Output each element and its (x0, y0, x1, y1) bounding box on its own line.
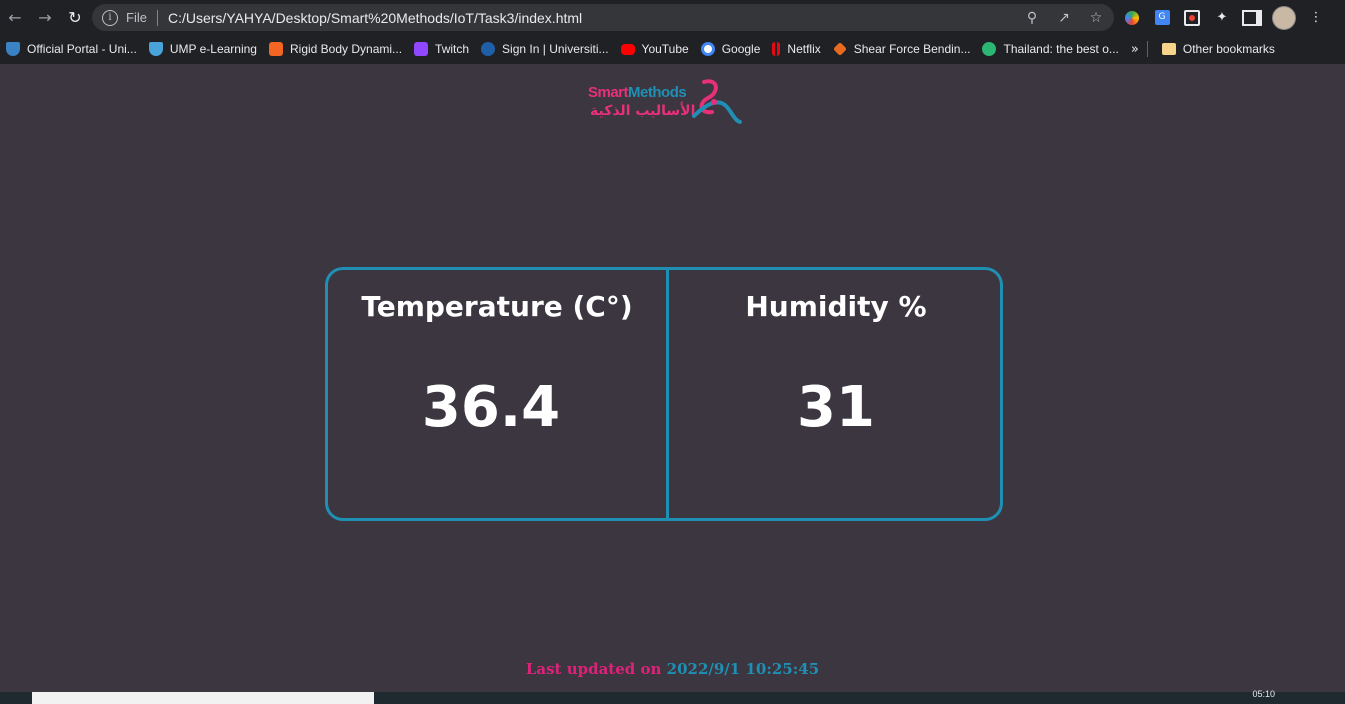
shield-icon (6, 42, 20, 56)
url-text[interactable]: C:/Users/YAHYA/Desktop/Smart%20Methods/I… (168, 10, 582, 26)
bookmarks-bar: Official Portal - Uni... UMP e-Learning … (0, 34, 1345, 64)
netflix-icon (772, 42, 781, 56)
address-actions: ⚲ ↗ ☆ (1022, 4, 1106, 31)
calculator-icon (832, 42, 847, 56)
bookmark-label: Netflix (787, 42, 821, 56)
taskbar-clock[interactable]: 05:10 (1252, 689, 1275, 699)
extensions-area: G ✦ ⋮ (1122, 4, 1326, 31)
translate-icon[interactable]: G (1152, 8, 1172, 28)
bookmark-label: Twitch (435, 42, 470, 56)
address-bar[interactable]: i File C:/Users/YAHYA/Desktop/Smart%20Me… (92, 4, 1114, 31)
bookmark-item[interactable]: Rigid Body Dynami... (263, 36, 408, 62)
info-icon[interactable]: i (102, 9, 118, 26)
logo-text-arabic: الأساليب الذكية (590, 103, 696, 119)
bookmark-item[interactable]: Google (695, 36, 767, 62)
star-icon[interactable]: ☆ (1086, 10, 1106, 26)
temperature-value: 36.4 (421, 375, 561, 440)
menu-icon[interactable]: ⋮ (1306, 8, 1326, 28)
youtube-icon (620, 43, 635, 55)
globe-icon (982, 42, 997, 56)
bookmark-label: Official Portal - Uni... (27, 42, 137, 56)
google-icon (700, 42, 715, 56)
bookmark-item[interactable]: Sign In | Universiti... (475, 36, 615, 62)
zoom-icon[interactable]: ⚲ (1022, 10, 1042, 26)
taskbar-preview[interactable] (32, 692, 374, 704)
twitch-icon (414, 42, 429, 56)
back-icon[interactable]: ← (0, 2, 30, 32)
bookmark-item[interactable]: Twitch (408, 36, 475, 62)
logo-swirl-icon (692, 79, 742, 124)
page-content: SmartMethods الأساليب الذكية Temperature… (0, 64, 1345, 692)
bookmark-label: YouTube (641, 42, 689, 56)
extension-icon-colorful[interactable] (1122, 8, 1142, 28)
bookmark-item[interactable]: Shear Force Bendin... (827, 36, 977, 62)
os-taskbar: 05:10 (0, 689, 1345, 704)
humidity-panel: Humidity % 31 (669, 270, 1003, 518)
bookmarks-overflow-icon[interactable]: » (1131, 42, 1139, 57)
sensor-readings-card: Temperature (C°) 36.4 Humidity % 31 (325, 267, 1003, 521)
bookmark-item[interactable]: Thailand: the best o... (976, 36, 1124, 62)
logo-text-smart: Smart (588, 84, 629, 101)
other-bookmarks[interactable]: Other bookmarks (1156, 36, 1281, 62)
shield-icon (148, 42, 163, 56)
browser-toolbar: ← → ↻ i File C:/Users/YAHYA/Desktop/Smar… (0, 0, 1345, 34)
bookmark-item[interactable]: YouTube (615, 36, 695, 62)
bookmark-label: Thailand: the best o... (1003, 42, 1119, 56)
smart-methods-logo: SmartMethods الأساليب الذكية (586, 76, 746, 130)
logo-text-english: SmartMethods (588, 84, 687, 101)
side-panel-icon[interactable] (1242, 8, 1262, 28)
share-icon[interactable]: ↗ (1054, 10, 1074, 26)
temperature-label: Temperature (C°) (361, 290, 633, 323)
screen-record-icon[interactable] (1182, 8, 1202, 28)
address-divider (156, 9, 158, 26)
bookmark-item[interactable]: UMP e-Learning (143, 36, 263, 62)
last-updated-timestamp: 2022/9/1 10:25:45 (666, 660, 820, 678)
bookmark-item[interactable]: Official Portal - Uni... (0, 36, 143, 62)
other-bookmarks-label: Other bookmarks (1182, 42, 1275, 56)
bookmark-label: Google (721, 42, 761, 56)
folder-icon (1161, 43, 1176, 55)
bookmark-label: Sign In | Universiti... (502, 42, 609, 56)
humidity-value: 31 (797, 375, 875, 440)
bookmarks-divider (1146, 41, 1148, 57)
temperature-panel: Temperature (C°) 36.4 (328, 270, 666, 518)
url-scheme: File (126, 10, 147, 25)
humidity-label: Humidity % (745, 290, 927, 323)
bookmark-label: UMP e-Learning (169, 42, 257, 56)
puzzle-icon[interactable]: ✦ (1212, 8, 1232, 28)
h-logo-icon (268, 42, 283, 56)
logo-text-methods: Methods (628, 84, 687, 101)
reload-icon[interactable]: ↻ (60, 2, 90, 32)
bookmark-label: Rigid Body Dynami... (289, 42, 403, 56)
forward-icon[interactable]: → (30, 2, 60, 32)
bookmark-label: Shear Force Bendin... (853, 42, 971, 56)
last-updated: Last updated on 2022/9/1 10:25:45 (0, 660, 1345, 678)
bookmark-item[interactable]: Netflix (766, 36, 826, 62)
profile-avatar[interactable] (1272, 5, 1296, 30)
last-updated-label: Last updated on (525, 660, 662, 678)
university-icon (481, 42, 496, 56)
